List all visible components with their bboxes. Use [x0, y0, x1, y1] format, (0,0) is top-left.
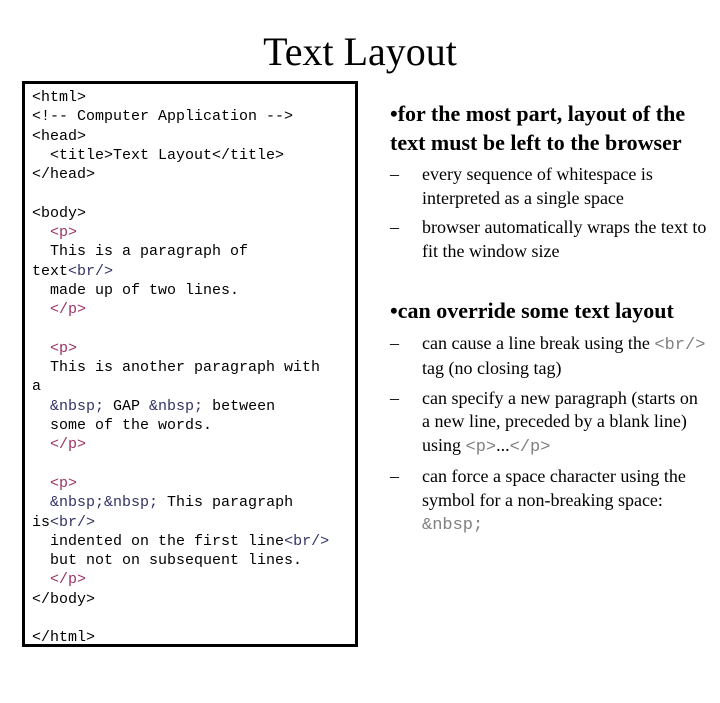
bullet-section: •for the most part, layout of the text m… — [390, 100, 710, 263]
code-line: This is another paragraph with — [32, 358, 355, 377]
text-run: tag (no closing tag) — [422, 358, 562, 378]
code-line: </html> — [32, 628, 355, 647]
slide-title: Text Layout — [263, 29, 457, 74]
code-line: but not on subsequent lines. — [32, 551, 355, 570]
code-markup: <br/> — [50, 513, 96, 531]
sub-bullet-text: can cause a line break using the <br/> t… — [422, 332, 710, 381]
code-line: <html> — [32, 88, 355, 107]
code-line: &nbsp;&nbsp; This paragraph — [32, 493, 355, 512]
code-line: indented on the first line<br/> — [32, 532, 355, 551]
code-line: text<br/> — [32, 262, 355, 281]
code-text: This is a paragraph of — [50, 243, 249, 261]
text-run: can cause a line break using the — [422, 332, 655, 353]
code-text: <head> — [32, 127, 87, 145]
code-text: </head> — [32, 166, 96, 184]
sub-bullet: – can force a space character using the s… — [390, 465, 710, 538]
code-line: is<br/> — [32, 513, 355, 532]
inline-code: &nbsp; — [422, 516, 484, 535]
inline-code: <br/> — [654, 335, 706, 355]
code-line: <p> — [32, 474, 355, 493]
code-line: </p> — [32, 570, 355, 589]
code-markup: </p> — [50, 301, 87, 319]
code-example-box: <html> <!-- Computer Application --> <head… — [22, 81, 358, 647]
code-line: <head> — [32, 127, 355, 146]
sub-bullet-text: browser automatically wraps the text to … — [422, 216, 710, 263]
text-run: can specify a new paragraph (starts on a… — [422, 387, 698, 455]
code-line: a — [32, 377, 355, 396]
code-text: <!-- Computer Application --> — [32, 108, 294, 126]
code-text: GAP — [104, 397, 150, 415]
code-text: is — [32, 513, 51, 531]
text-run: browser automatically wraps the text to … — [422, 217, 707, 261]
code-line: </head> — [32, 165, 355, 184]
code-text: </body> — [32, 590, 96, 608]
code-markup: <p> — [50, 474, 78, 492]
code-markup: </p> — [50, 571, 87, 589]
text-run: every sequence of whitespace is interpre… — [422, 164, 653, 208]
code-text: <title>Text Layout</title> — [50, 146, 285, 164]
bullet-point: •for the most part, layout of the text m… — [390, 101, 686, 155]
sub-bullet-text: can specify a new paragraph (starts on a… — [422, 387, 710, 460]
code-text: between — [203, 397, 276, 415]
code-markup: <br/> — [68, 262, 114, 280]
text-run: ... — [496, 434, 510, 455]
code-text: </html> — [32, 629, 96, 647]
code-text: indented on the first line — [50, 532, 285, 550]
code-text: but not on subsequent lines. — [50, 552, 303, 570]
sub-bullet: – every sequence of whitespace is interpr… — [390, 163, 710, 210]
code-line: <title>Text Layout</title> — [32, 146, 355, 165]
bullet-point: •can override some text layout — [390, 298, 674, 323]
sub-bullet-text: can force a space character using the sy… — [422, 465, 710, 538]
dash-marker: – — [390, 217, 399, 237]
bullet-section: •can override some text layout – can cause… — [390, 297, 710, 538]
dash-marker: – — [390, 466, 399, 486]
inline-code: <p> — [465, 437, 497, 457]
sub-bullet-text: every sequence of whitespace is interpre… — [422, 163, 710, 210]
dash-marker: – — [390, 164, 399, 184]
code-line: made up of two lines. — [32, 281, 355, 300]
bullet-list: •for the most part, layout of the text m… — [390, 100, 710, 544]
code-markup: </p> — [50, 436, 87, 454]
code-text: This is another paragraph with — [50, 359, 321, 377]
sub-bullet: – browser automatically wraps the text to… — [390, 216, 710, 263]
code-line: &nbsp; GAP &nbsp; between — [32, 397, 355, 416]
code-text: text — [32, 262, 69, 280]
code-line: <p> — [32, 223, 355, 242]
code-line: <p> — [32, 339, 355, 358]
code-line: </p> — [32, 435, 355, 454]
code-text: some of the words. — [50, 417, 213, 435]
inline-code: </p> — [509, 437, 551, 457]
code-markup: &nbsp; — [149, 397, 204, 415]
code-markup: <p> — [50, 224, 78, 242]
dash-marker: – — [390, 387, 399, 408]
code-text: This paragraph — [158, 494, 294, 512]
dash-marker: – — [390, 332, 399, 353]
code-text: <body> — [32, 204, 87, 222]
code-markup: <p> — [50, 339, 78, 357]
sub-bullet: – can cause a line break using the <br/> … — [390, 332, 710, 381]
code-line: <body> — [32, 204, 355, 223]
code-markup: &nbsp;&nbsp; — [50, 494, 159, 512]
code-line: This is a paragraph of — [32, 242, 355, 261]
code-markup: <br/> — [284, 532, 330, 550]
code-line: some of the words. — [32, 416, 355, 435]
code-line: </p> — [32, 300, 355, 319]
code-line: </body> — [32, 590, 355, 609]
code-line: <!-- Computer Application --> — [32, 107, 355, 126]
code-markup: &nbsp; — [50, 397, 105, 415]
text-run: can force a space character using the sy… — [422, 466, 686, 510]
code-text: made up of two lines. — [50, 281, 240, 299]
sub-bullet: – can specify a new paragraph (starts on … — [390, 387, 710, 460]
code-text: a — [32, 378, 42, 396]
code-text: <html> — [32, 89, 87, 106]
